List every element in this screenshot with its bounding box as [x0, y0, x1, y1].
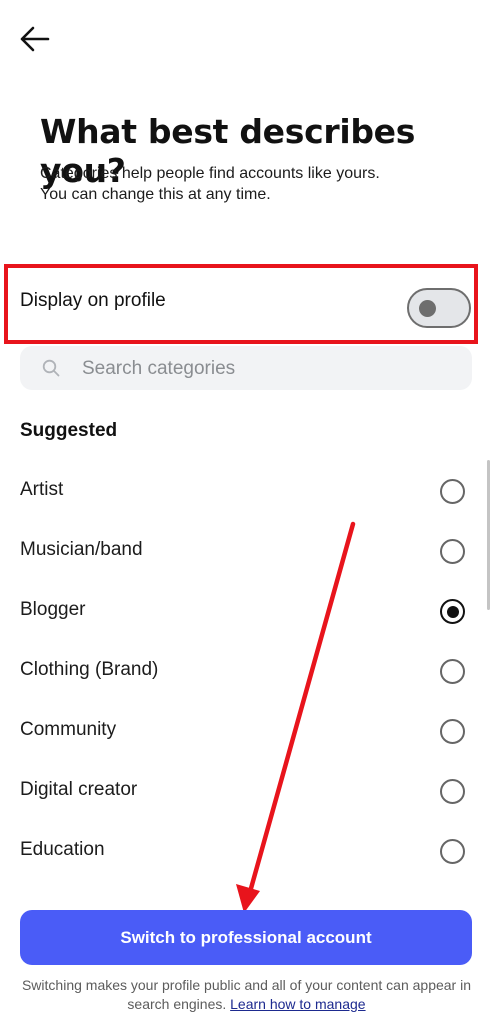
- subtitle-line: You can change this at any time.: [40, 186, 271, 203]
- radio-button[interactable]: [440, 479, 465, 504]
- scrollbar[interactable]: [487, 460, 490, 610]
- category-label: Digital creator: [20, 779, 138, 800]
- display-on-profile-toggle[interactable]: [407, 288, 471, 328]
- search-input[interactable]: [80, 354, 454, 384]
- display-on-profile-label: Display on profile: [20, 290, 166, 311]
- search-icon: [42, 359, 60, 377]
- subtitle-line: Categories help people find accounts lik…: [40, 165, 380, 182]
- category-option-education[interactable]: Education: [0, 823, 493, 879]
- radio-button[interactable]: [440, 659, 465, 684]
- category-option-artist[interactable]: Artist: [0, 463, 493, 519]
- radio-button[interactable]: [440, 719, 465, 744]
- footer-note: Switching makes your profile public and …: [10, 976, 483, 1014]
- arrow-left-icon: [20, 26, 50, 52]
- category-option-community[interactable]: Community: [0, 703, 493, 759]
- category-option-musician-band[interactable]: Musician/band: [0, 523, 493, 579]
- category-label: Blogger: [20, 599, 86, 620]
- radio-button[interactable]: [440, 779, 465, 804]
- radio-button[interactable]: [440, 539, 465, 564]
- category-label: Artist: [20, 479, 64, 500]
- search-bar[interactable]: [20, 346, 472, 390]
- category-label: Clothing (Brand): [20, 659, 159, 680]
- category-option-blogger[interactable]: Blogger: [0, 583, 493, 639]
- category-option-digital-creator[interactable]: Digital creator: [0, 763, 493, 819]
- toggle-knob: [419, 300, 436, 317]
- category-label: Musician/band: [20, 539, 143, 560]
- category-label: Community: [20, 719, 117, 740]
- category-option-clothing-brand[interactable]: Clothing (Brand): [0, 643, 493, 699]
- category-label: Education: [20, 839, 105, 860]
- radio-button[interactable]: [440, 839, 465, 864]
- subtitle: Categories help people find accounts lik…: [40, 163, 460, 205]
- learn-how-to-manage-link[interactable]: Learn how to manage: [230, 996, 365, 1012]
- section-heading-suggested: Suggested: [20, 420, 118, 441]
- switch-to-professional-button[interactable]: Switch to professional account: [20, 910, 472, 965]
- radio-button[interactable]: [440, 599, 465, 624]
- back-button[interactable]: [18, 24, 52, 54]
